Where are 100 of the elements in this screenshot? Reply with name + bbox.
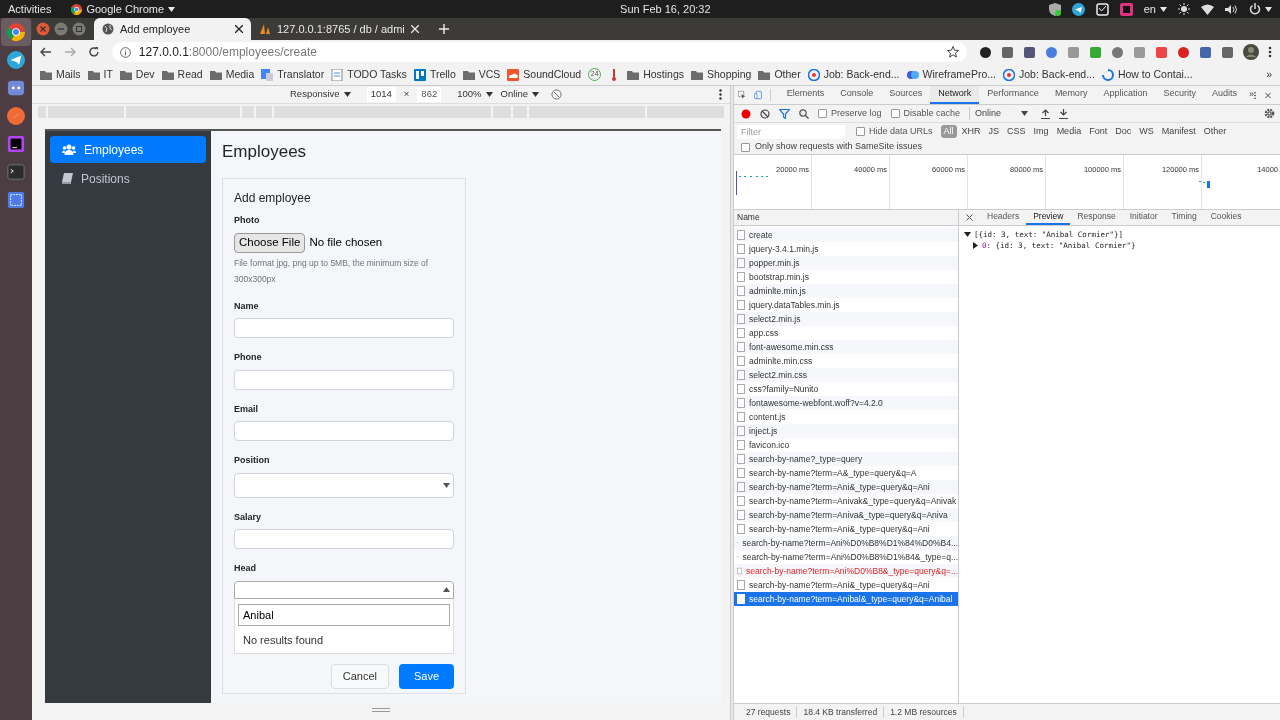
request-row[interactable]: inject.js (734, 424, 958, 438)
close-window-button[interactable] (36, 22, 50, 36)
request-row[interactable]: popper.min.js (734, 256, 958, 270)
chat-icon[interactable] (7, 79, 25, 97)
save-button[interactable]: Save (399, 664, 454, 689)
bookmark[interactable]: Job: Back-end... (807, 66, 900, 83)
devtools-tab[interactable]: Sources (881, 86, 931, 104)
bookmark[interactable]: SoundCloud (507, 66, 582, 83)
activities-button[interactable]: Activities (8, 0, 52, 18)
bookmark[interactable]: TODO Tasks (331, 66, 407, 83)
brightness-icon[interactable] (1178, 3, 1190, 15)
zoom-dropdown[interactable]: 100% (457, 87, 493, 102)
bookmark[interactable]: Translator (261, 66, 325, 83)
record-button[interactable] (741, 108, 751, 119)
height-field[interactable]: 862 (417, 87, 442, 102)
type-filter[interactable]: Manifest (1158, 124, 1199, 139)
type-filter[interactable]: JS (985, 124, 1003, 139)
sidebar-item[interactable]: Employees (50, 136, 206, 163)
request-row[interactable]: adminlte.min.js (734, 284, 958, 298)
cancel-button[interactable]: Cancel (330, 664, 389, 689)
wifi-icon[interactable] (1201, 3, 1214, 15)
inbox-icon[interactable] (1095, 2, 1109, 16)
device-mode-dropdown[interactable]: Responsive (290, 87, 351, 102)
checkbox-label[interactable]: Preserve log (818, 106, 882, 121)
text-field[interactable] (234, 529, 454, 549)
select-field[interactable] (234, 472, 454, 498)
compass-icon[interactable] (7, 107, 25, 125)
clock[interactable]: Sun Feb 16, 20:32 (620, 0, 711, 18)
app-menu[interactable]: Google Chrome (71, 0, 176, 18)
throttle-dropdown[interactable]: Online (500, 87, 539, 102)
request-row[interactable]: search-by-name?term=Ani%D0%B8%D1%84&_type=q... (734, 550, 958, 564)
menu-icon[interactable] (1268, 46, 1272, 58)
type-filter[interactable]: Img (1030, 124, 1052, 139)
download-icon[interactable] (1059, 108, 1069, 119)
devtools-tab[interactable]: Memory (1046, 86, 1096, 104)
maximize-window-button[interactable] (72, 22, 86, 36)
volume-icon[interactable] (1225, 3, 1238, 15)
search-field[interactable]: Anibal (238, 603, 450, 626)
telegram-icon[interactable] (7, 51, 25, 69)
request-row[interactable]: select2.min.css (734, 368, 958, 382)
terminal-icon[interactable] (7, 163, 25, 181)
ide-icon[interactable] (7, 135, 25, 153)
inspect-icon[interactable] (738, 89, 747, 101)
filter-icon[interactable] (779, 108, 790, 119)
power-menu[interactable] (1249, 3, 1272, 15)
devtools-tab[interactable]: Elements (778, 86, 833, 104)
bookmark[interactable]: VCS (462, 66, 501, 83)
checkbox[interactable] (856, 127, 865, 136)
app-icon[interactable] (1119, 2, 1133, 16)
new-tab-button[interactable] (438, 24, 449, 34)
sidebar-item[interactable]: Positions (50, 165, 206, 192)
request-row[interactable]: font-awesome.min.css (734, 340, 958, 354)
rotate-icon[interactable] (551, 89, 562, 100)
settings-icon[interactable] (1264, 108, 1275, 119)
request-row[interactable]: search-by-name?_type=query (734, 452, 958, 466)
devtools-tab[interactable]: Security (1155, 86, 1204, 104)
select-field[interactable] (234, 580, 454, 599)
bookmark[interactable]: Read (161, 66, 203, 83)
type-filter[interactable]: CSS (1004, 124, 1029, 139)
filter-field[interactable]: Filter (737, 124, 845, 139)
detail-tab[interactable]: Response (1070, 210, 1123, 225)
language-menu[interactable]: en (1143, 0, 1167, 18)
upload-icon[interactable] (1041, 108, 1051, 119)
bookmark[interactable]: Other (758, 66, 801, 83)
close-icon[interactable] (966, 214, 973, 221)
bookmark[interactable]: Mails (40, 66, 81, 83)
request-row[interactable]: search-by-name?term=Anivak&_type=query&q=Anivak (734, 494, 958, 508)
devtools-tab[interactable]: Console (832, 86, 882, 104)
bookmark[interactable]: Dev (119, 66, 155, 83)
chrome-icon[interactable] (7, 23, 25, 41)
request-row[interactable]: select2.min.js (734, 312, 958, 326)
browser-tab[interactable]: 127.0.0.1:8765 / db / admi (251, 18, 427, 40)
avatar-icon[interactable] (1243, 44, 1259, 60)
detail-tab[interactable]: Initiator (1122, 210, 1165, 225)
type-filter[interactable]: XHR (958, 124, 984, 139)
browser-tab[interactable]: Add employee (94, 18, 251, 40)
devtools-tab[interactable]: Application (1095, 86, 1156, 104)
resize-handle[interactable] (372, 708, 390, 712)
more-icon[interactable] (719, 89, 722, 100)
bookmark[interactable]: Hostings (627, 66, 684, 83)
request-row[interactable]: search-by-name?term=Anibal&_type=query&q=Anibal (734, 592, 958, 606)
type-filter[interactable]: Doc (1112, 124, 1135, 139)
type-filter[interactable]: Font (1086, 124, 1111, 139)
type-filter[interactable]: WS (1136, 124, 1157, 139)
reload-button[interactable] (87, 46, 100, 58)
bookmark[interactable]: IT (87, 66, 113, 83)
bookmark[interactable]: Trello (413, 66, 456, 83)
choose-file-button[interactable]: Choose File (234, 232, 306, 253)
telegram-icon[interactable] (1071, 2, 1085, 16)
close-icon[interactable] (235, 25, 243, 33)
bookmark[interactable]: WireframePro... (906, 66, 997, 83)
text-field[interactable] (234, 369, 454, 390)
request-row[interactable]: search-by-name?term=Ani%D0%B8&_type=query&q=... (734, 564, 958, 578)
extension-icon[interactable] (979, 45, 992, 59)
address-bar[interactable]: 127.0.0.1:8000/employees/create (111, 42, 967, 62)
checkbox[interactable] (741, 142, 750, 152)
screenshot-icon[interactable] (7, 191, 25, 209)
minimize-window-button[interactable] (54, 22, 68, 36)
more-icon[interactable] (1253, 89, 1256, 101)
more-tabs-button[interactable]: » (1248, 88, 1254, 102)
